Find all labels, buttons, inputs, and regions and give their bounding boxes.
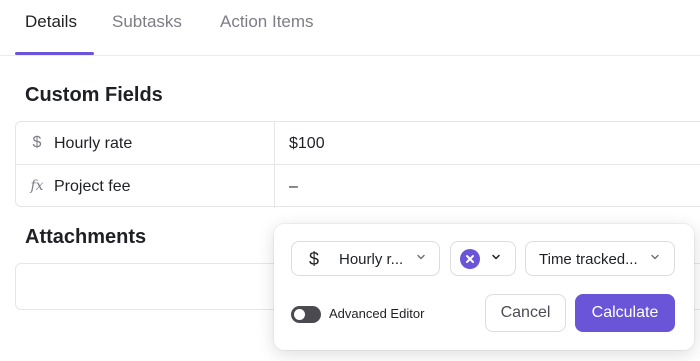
formula-icon: fx	[30, 178, 44, 194]
tab-bar: Details Subtasks Action Items	[0, 0, 700, 56]
field-select-label: Hourly r...	[339, 251, 404, 268]
advanced-editor-label: Advanced Editor	[329, 306, 425, 321]
chevron-down-icon	[492, 254, 500, 260]
tab-action-items[interactable]: Action Items	[220, 12, 314, 32]
second-field-select[interactable]: Time tracked...	[525, 241, 675, 276]
advanced-editor-toggle[interactable]	[291, 306, 321, 323]
custom-field-row-project-fee[interactable]: fx Project fee –	[16, 165, 700, 208]
field-value[interactable]: –	[289, 178, 298, 196]
tab-subtasks[interactable]: Subtasks	[112, 12, 182, 32]
column-divider	[274, 165, 275, 208]
field-name: Hourly rate	[54, 135, 133, 152]
active-tab-indicator	[15, 52, 94, 55]
attachments-heading: Attachments	[25, 226, 147, 248]
tab-details[interactable]: Details	[25, 12, 77, 32]
custom-fields-table: $ Hourly rate $100 fx Project fee –	[15, 121, 700, 208]
field-value[interactable]: $100	[289, 135, 325, 153]
dollar-icon: $	[309, 249, 320, 269]
calculate-button[interactable]: Calculate	[575, 294, 675, 332]
formula-popover: $ Hourly r... Time tracked... Advanced E…	[274, 224, 694, 350]
field-name: Project fee	[54, 178, 131, 195]
toggle-knob	[294, 309, 305, 320]
chevron-down-icon	[651, 254, 659, 260]
custom-field-row-hourly-rate[interactable]: $ Hourly rate $100	[16, 122, 700, 165]
custom-fields-heading: Custom Fields	[25, 84, 163, 106]
cancel-button[interactable]: Cancel	[485, 294, 566, 332]
multiply-icon	[460, 249, 480, 269]
dollar-icon: $	[32, 134, 42, 151]
second-field-select-label: Time tracked...	[539, 251, 638, 268]
field-select[interactable]: $ Hourly r...	[291, 241, 440, 276]
column-divider	[274, 122, 275, 164]
operator-select[interactable]	[450, 241, 516, 276]
chevron-down-icon	[417, 254, 425, 260]
